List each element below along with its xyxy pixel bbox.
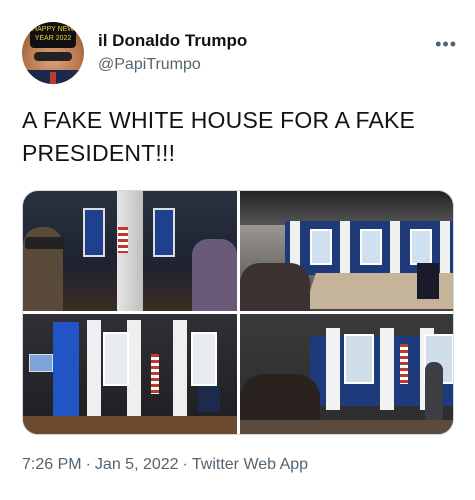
flag <box>118 227 128 253</box>
column <box>127 320 141 424</box>
column <box>87 320 101 424</box>
avatar-hat-text: HAPPY NEW YEAR 2022 <box>30 22 76 48</box>
photo-4[interactable] <box>239 314 453 434</box>
podium <box>417 263 439 299</box>
avatar-tie <box>50 72 56 84</box>
photo-2[interactable] <box>239 191 453 311</box>
more-horizontal-icon[interactable]: ••• <box>435 34 457 55</box>
floor <box>23 416 237 434</box>
column <box>439 221 450 275</box>
tweet-meta: 7:26 PM · Jan 5, 2022 · Twitter Web App <box>22 456 308 474</box>
tweet-text: A FAKE WHITE HOUSE FOR A FAKE PRESIDENT!… <box>22 107 416 166</box>
person <box>191 239 237 311</box>
ceiling <box>239 191 453 225</box>
column <box>173 320 187 424</box>
tweet-source[interactable]: Twitter Web App <box>192 456 308 473</box>
person <box>425 362 443 422</box>
separator-dot: · <box>85 456 91 473</box>
column <box>325 328 340 410</box>
window <box>191 332 217 386</box>
tweet-header: HAPPY NEW YEAR 2022 il Donaldo Trumpo @P… <box>22 22 459 86</box>
wall-panel <box>83 207 105 258</box>
flag <box>151 354 159 394</box>
monitor <box>29 354 53 372</box>
photo-3[interactable] <box>23 314 237 434</box>
column <box>379 328 394 410</box>
window <box>103 332 129 386</box>
display-name[interactable]: il Donaldo Trumpo <box>98 30 247 52</box>
window <box>309 229 332 265</box>
column <box>339 221 350 275</box>
flag <box>399 344 408 384</box>
column <box>389 221 400 275</box>
window <box>343 334 374 384</box>
floor <box>239 420 453 434</box>
media-grid <box>22 190 454 435</box>
author-names: il Donaldo Trumpo @PapiTrumpo <box>98 30 247 76</box>
separator-dot: · <box>182 456 188 473</box>
window <box>359 229 382 265</box>
wall-panel <box>153 207 175 258</box>
tweet-time[interactable]: 7:26 PM <box>22 456 82 473</box>
window <box>409 229 432 265</box>
avatar-glasses <box>34 52 72 61</box>
crowd <box>239 263 310 311</box>
handle[interactable]: @PapiTrumpo <box>98 54 247 76</box>
photo-1[interactable] <box>23 191 237 311</box>
camera <box>25 237 65 249</box>
podium <box>198 386 220 412</box>
tweet-date[interactable]: Jan 5, 2022 <box>95 456 179 473</box>
avatar[interactable]: HAPPY NEW YEAR 2022 <box>22 22 84 84</box>
